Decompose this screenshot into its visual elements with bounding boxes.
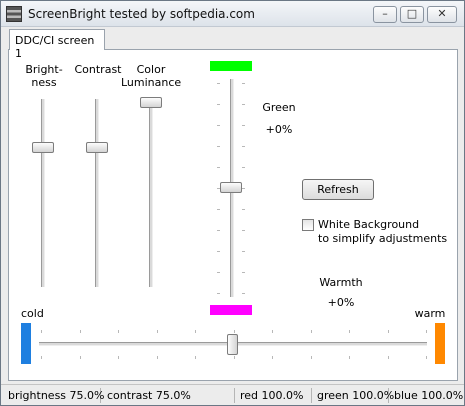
title-bar[interactable]: ScreenBright tested by softpedia.com – □… bbox=[1, 1, 464, 27]
brightness-slider-track[interactable] bbox=[41, 99, 45, 287]
color-luminance-slider-thumb[interactable] bbox=[140, 97, 162, 108]
brightness-label: Bright- ness bbox=[25, 63, 63, 89]
green-slider-tick bbox=[217, 209, 220, 210]
green-slider-tick bbox=[217, 104, 220, 105]
warmth-slider-thumb[interactable] bbox=[227, 334, 238, 355]
white-background-checkbox[interactable] bbox=[302, 219, 314, 231]
green-label: Green bbox=[262, 101, 296, 114]
warmth-slider-tick bbox=[426, 356, 427, 359]
warmth-slider-tick bbox=[41, 356, 42, 359]
close-button[interactable]: ✕ bbox=[427, 6, 457, 23]
green-slider-tick bbox=[217, 230, 220, 231]
warmth-slider-tick bbox=[272, 330, 273, 333]
warmth-slider-tick bbox=[310, 356, 312, 359]
brightness-slider-thumb[interactable] bbox=[32, 142, 54, 153]
contrast-slider-thumb[interactable] bbox=[86, 142, 108, 153]
warmth-slider-tick bbox=[195, 330, 196, 333]
warm-label: warm bbox=[414, 307, 446, 320]
white-background-label[interactable]: White Background to simplify adjustments bbox=[318, 218, 447, 246]
warmth-slider-tick bbox=[426, 330, 427, 333]
warmth-label: Warmth bbox=[319, 276, 363, 289]
green-slider-tick bbox=[242, 125, 245, 126]
warmth-slider-tick bbox=[118, 330, 119, 333]
status-blue: blue 100.0% bbox=[394, 389, 464, 402]
green-slider-tick bbox=[242, 104, 245, 105]
green-slider-tick bbox=[242, 272, 245, 273]
cold-color-bar bbox=[21, 323, 31, 364]
warmth-slider-tick bbox=[349, 356, 350, 359]
green-slider-tick bbox=[242, 167, 245, 168]
window-title: ScreenBright tested by softpedia.com bbox=[28, 7, 255, 21]
status-brightness: brightness 75.0% bbox=[4, 388, 104, 403]
green-slider-tick bbox=[217, 125, 220, 126]
app-window: ScreenBright tested by softpedia.com – □… bbox=[0, 0, 465, 406]
green-slider-tick bbox=[242, 209, 245, 210]
status-contrast: contrast 75.0% bbox=[103, 388, 235, 403]
white-background-label-line2: to simplify adjustments bbox=[318, 232, 448, 245]
warm-color-bar bbox=[435, 323, 445, 364]
status-red: red 100.0% bbox=[236, 388, 312, 403]
green-slider-tick bbox=[242, 293, 245, 294]
warmth-slider-tick bbox=[310, 330, 312, 333]
warmth-slider-tick bbox=[233, 330, 235, 333]
green-slider-tick bbox=[242, 251, 245, 252]
warmth-value: +0% bbox=[327, 296, 355, 309]
green-slider-tick bbox=[217, 251, 220, 252]
warmth-slider-tick bbox=[156, 356, 158, 359]
maximize-button[interactable]: □ bbox=[400, 6, 424, 23]
warmth-slider-tick bbox=[79, 330, 81, 333]
color-luminance-slider-track[interactable] bbox=[149, 99, 153, 287]
green-slider-tick bbox=[242, 230, 245, 231]
warmth-slider-tick bbox=[387, 330, 389, 333]
warmth-slider-tick bbox=[41, 330, 42, 333]
status-green: green 100.0% bbox=[313, 388, 394, 403]
green-slider-tick bbox=[217, 167, 220, 168]
magenta-swatch bbox=[210, 305, 252, 315]
status-bar: brightness 75.0% contrast 75.0% red 100.… bbox=[1, 384, 464, 405]
warmth-slider-tick bbox=[156, 330, 158, 333]
white-background-label-line1: White Background bbox=[318, 218, 420, 231]
green-slider-tick bbox=[217, 146, 220, 147]
app-icon bbox=[6, 6, 22, 22]
refresh-button[interactable]: Refresh bbox=[302, 179, 374, 200]
green-slider-thumb[interactable] bbox=[220, 182, 242, 193]
contrast-label: Contrast bbox=[74, 63, 122, 76]
warmth-slider-tick bbox=[79, 356, 81, 359]
warmth-slider-tick bbox=[272, 356, 273, 359]
color-luminance-label: Color Luminance bbox=[121, 63, 182, 89]
contrast-slider-track[interactable] bbox=[95, 99, 99, 287]
green-value: +0% bbox=[265, 123, 293, 136]
green-swatch bbox=[210, 61, 252, 71]
minimize-button[interactable]: – bbox=[373, 6, 397, 23]
green-slider-tick bbox=[217, 83, 220, 84]
green-slider-tick bbox=[217, 272, 220, 273]
green-slider-tick bbox=[242, 188, 245, 189]
tab-ddc-screen-1[interactable]: DDC/CI screen 1 bbox=[9, 29, 105, 60]
warmth-slider-tick bbox=[387, 356, 389, 359]
green-slider-tick bbox=[242, 146, 245, 147]
warmth-slider-tick bbox=[118, 356, 119, 359]
green-slider-tick bbox=[217, 293, 220, 294]
warmth-slider-tick bbox=[233, 356, 235, 359]
warmth-slider-tick bbox=[195, 356, 196, 359]
cold-label: cold bbox=[21, 307, 44, 320]
warmth-slider-tick bbox=[349, 330, 350, 333]
green-slider-tick bbox=[242, 83, 245, 84]
